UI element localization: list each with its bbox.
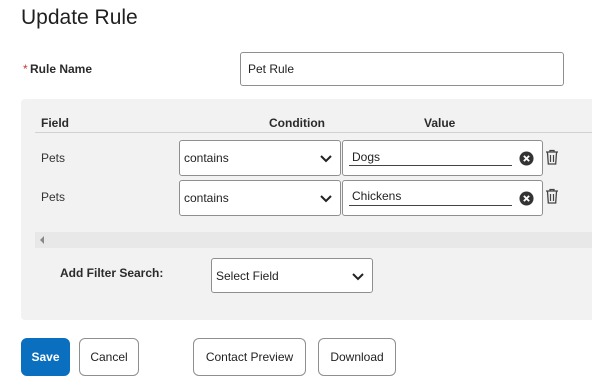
value-input-text: Dogs: [352, 150, 381, 164]
save-button[interactable]: Save: [21, 338, 70, 376]
horizontal-scrollbar[interactable]: [35, 232, 592, 248]
cancel-button[interactable]: Cancel: [79, 338, 139, 376]
chevron-down-icon: [352, 272, 364, 280]
condition-select[interactable]: contains: [179, 180, 341, 216]
trash-icon[interactable]: [545, 149, 559, 165]
condition-select[interactable]: contains: [179, 140, 341, 176]
page-title: Update Rule: [21, 6, 138, 29]
download-button[interactable]: Download: [318, 338, 396, 376]
column-header-field: Field: [41, 116, 70, 130]
value-underline: [349, 205, 512, 206]
clear-circle-icon[interactable]: [519, 191, 534, 206]
scroll-left-arrow-icon[interactable]: [38, 235, 46, 245]
column-header-condition: Condition: [269, 116, 325, 130]
header-divider: [35, 132, 592, 133]
contact-preview-button[interactable]: Contact Preview: [193, 338, 306, 376]
chevron-down-icon: [320, 195, 332, 203]
trash-icon[interactable]: [545, 188, 559, 204]
column-header-value: Value: [424, 116, 456, 130]
rule-name-input[interactable]: [240, 52, 564, 86]
condition-select-value: contains: [184, 191, 229, 205]
row-field-name: Pets: [41, 151, 66, 165]
required-marker: *: [23, 62, 28, 76]
clear-circle-icon[interactable]: [519, 151, 534, 166]
value-input-text: Chickens: [352, 189, 402, 203]
add-filter-select[interactable]: Select Field: [211, 258, 373, 293]
value-input[interactable]: Dogs: [342, 140, 543, 176]
add-filter-select-value: Select Field: [216, 268, 279, 283]
condition-select-value: contains: [184, 151, 229, 165]
value-input[interactable]: Chickens: [342, 180, 543, 216]
row-field-name: Pets: [41, 190, 66, 204]
rule-name-label: Rule Name: [30, 62, 93, 76]
value-underline: [349, 165, 512, 166]
chevron-down-icon: [320, 155, 332, 163]
add-filter-label: Add Filter Search:: [60, 266, 164, 280]
